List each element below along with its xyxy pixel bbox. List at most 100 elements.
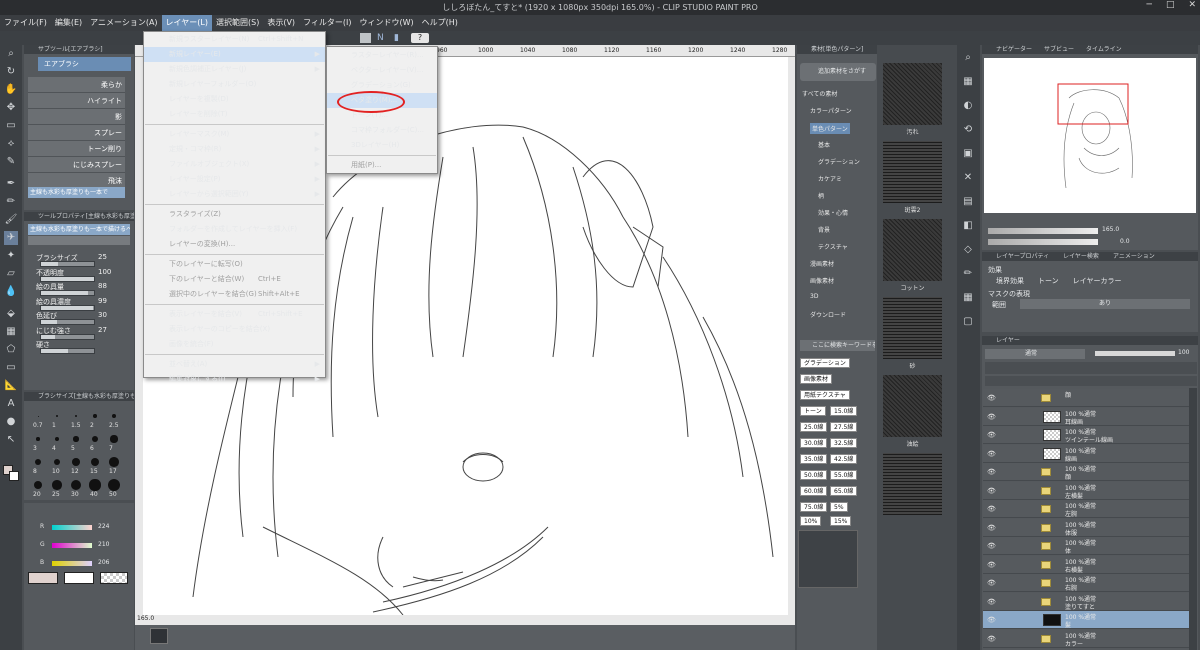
grid-icon[interactable]: [360, 33, 371, 43]
pencil-tool-icon[interactable]: ✏: [4, 195, 18, 209]
eye-icon[interactable]: 👁: [987, 413, 996, 421]
brush-size-dot[interactable]: [73, 436, 79, 442]
material-tree-item[interactable]: カラーパターン: [810, 106, 852, 115]
brush-bleed-spray[interactable]: にじみスプレー: [28, 157, 125, 173]
material-texture-thumb[interactable]: [883, 63, 942, 125]
figure-tool-icon[interactable]: ⬠: [4, 343, 18, 357]
vertical-scrollbar[interactable]: [788, 57, 795, 615]
property-slider[interactable]: [40, 304, 95, 311]
material-tag[interactable]: 50.0線: [800, 470, 828, 480]
layer-row[interactable]: 👁 100 %通常 左腕: [983, 500, 1189, 518]
layer-row[interactable]: 👁 100 %通常顔: [983, 463, 1189, 481]
3d-icon[interactable]: ◇: [961, 243, 975, 257]
opacity-value[interactable]: 100: [1178, 349, 1189, 356]
brush-tool-icon[interactable]: 🖌: [4, 213, 18, 227]
material-tree-item[interactable]: 柄: [818, 191, 824, 200]
brush-size-dot[interactable]: [56, 415, 58, 417]
menu-help[interactable]: ヘルプ(H): [418, 15, 462, 31]
minimize-icon[interactable]: ─: [1147, 0, 1152, 15]
layer-menu-item[interactable]: 表示レイヤーを結合(V) Ctrl+Shift+E: [144, 307, 325, 322]
layer-menu-item[interactable]: ファイルオブジェクト(X) ▶: [144, 157, 325, 172]
brush-highlight[interactable]: ハイライト: [28, 93, 125, 109]
layer-menu-item[interactable]: 表示レイヤーのコピーを結合(X): [144, 322, 325, 337]
brush-preset-selected[interactable]: 主線も水彩も厚塗りも一本で: [28, 187, 125, 198]
eraser-tool-icon[interactable]: ▱: [4, 267, 18, 281]
tab-layer-property[interactable]: レイヤープロパティ: [996, 252, 1049, 261]
menu-animation[interactable]: アニメーション(A): [86, 15, 161, 31]
navigator-preview[interactable]: [984, 58, 1196, 213]
tab-layer-search[interactable]: レイヤー検索: [1063, 252, 1099, 261]
property-slider[interactable]: [40, 275, 95, 282]
eye-icon[interactable]: 👁: [987, 487, 996, 495]
sub-color[interactable]: [64, 572, 94, 584]
close-icon[interactable]: ✕: [1188, 0, 1196, 15]
material-tag[interactable]: 42.5線: [830, 454, 858, 464]
eye-icon[interactable]: 👁: [987, 505, 996, 513]
material-tree-item[interactable]: 単色パターン: [810, 123, 850, 134]
text-tool-icon[interactable]: A: [4, 397, 18, 411]
property-slider[interactable]: [40, 290, 95, 296]
layer-row[interactable]: 👁 100 %通常 左横髪: [983, 481, 1189, 500]
property-slider[interactable]: [40, 333, 95, 340]
material-tree-item[interactable]: グラデーション: [818, 157, 860, 166]
move-tool-icon[interactable]: ✥: [4, 101, 18, 115]
material-tree-item[interactable]: 基本: [818, 140, 830, 149]
layer-menu-item[interactable]: 定規・コマ枠(R) ▶: [144, 142, 325, 157]
rotate-slider[interactable]: [988, 239, 1098, 245]
red-slider[interactable]: [52, 525, 92, 530]
blend-mode-select[interactable]: 通常: [985, 349, 1085, 359]
material-tag[interactable]: 60.0線: [800, 486, 828, 496]
layer-row[interactable]: 👁 100 %通常 体服: [983, 518, 1189, 537]
layer-color-button[interactable]: レイヤーカラー: [1073, 276, 1122, 286]
blue-slider[interactable]: [52, 561, 92, 566]
palette-icon[interactable]: ▦: [961, 75, 975, 89]
help-icon[interactable]: ?: [411, 33, 429, 43]
material-tag[interactable]: 27.5線: [830, 422, 858, 432]
material-texture-thumb[interactable]: [883, 375, 942, 437]
material-tag[interactable]: トーン: [800, 406, 826, 416]
layer-menu-item[interactable]: レイヤーから選択範囲(Y) ▶: [144, 187, 325, 202]
text-palette-icon[interactable]: ◧: [961, 219, 975, 233]
material-tag[interactable]: 5%: [830, 502, 848, 512]
blend-tool-icon[interactable]: 💧: [4, 285, 18, 299]
menu-filter[interactable]: フィルター(I): [299, 15, 355, 31]
layer-menu-item[interactable]: 新規ラスターレイヤー(N) Ctrl+Shift+N: [144, 32, 325, 47]
eye-icon[interactable]: 👁: [987, 394, 996, 402]
zoom-slider[interactable]: [988, 228, 1098, 234]
property-value[interactable]: 25: [98, 253, 107, 261]
transparent-color[interactable]: [100, 572, 128, 584]
material-tag[interactable]: 55.0線: [830, 470, 858, 480]
layer-row[interactable]: 👁 100 %通常 塗りてすと: [983, 592, 1189, 611]
ruler-icon[interactable]: N: [377, 33, 388, 43]
layer-row[interactable]: 👁 100 %通常 右横髪: [983, 555, 1189, 574]
search-icon[interactable]: ⌕: [961, 51, 975, 65]
layer-row[interactable]: 👁 100 %通常 右腕: [983, 574, 1189, 592]
current-color-swatch[interactable]: [28, 572, 58, 584]
layer-row[interactable]: 👁 100 %通常 ツインテール線画: [983, 426, 1189, 444]
area-select[interactable]: あり: [1020, 299, 1190, 309]
material-tree-item[interactable]: 画像素材: [810, 276, 834, 285]
layer-menu-item[interactable]: レイヤー設定(P) ▶: [144, 172, 325, 187]
brush-size-dot[interactable]: [35, 459, 41, 465]
property-slider[interactable]: [40, 348, 95, 354]
gradient-tool-icon[interactable]: ▦: [4, 325, 18, 339]
new-layer-submenu-item[interactable]: ベクターレイヤー(V)...: [327, 63, 437, 78]
eye-icon[interactable]: 👁: [987, 542, 996, 550]
material-tag[interactable]: 15.0線: [830, 406, 858, 416]
material-tag[interactable]: 32.5線: [830, 438, 858, 448]
pen-tool-icon[interactable]: ✒: [4, 177, 18, 191]
auto-select-icon[interactable]: ⟡: [4, 137, 18, 151]
layer-icon[interactable]: ▤: [961, 195, 975, 209]
eye-icon[interactable]: 👁: [987, 450, 996, 458]
brush-palette-icon[interactable]: ✏: [961, 267, 975, 281]
tab-animation[interactable]: アニメーション: [1113, 252, 1155, 261]
sub-color-swatch[interactable]: [9, 471, 19, 481]
brush-size-dot[interactable]: [109, 457, 119, 467]
tab-timeline[interactable]: タイムライン: [1086, 45, 1122, 54]
eyedropper-icon[interactable]: ✎: [4, 155, 18, 169]
brush-size-dot[interactable]: [89, 479, 101, 491]
tab-subview[interactable]: サブビュー: [1044, 45, 1074, 54]
layer-row[interactable]: 👁 100 %通常体: [983, 537, 1189, 555]
maximize-icon[interactable]: □: [1166, 0, 1175, 15]
layer-row[interactable]: 👁 100 %通常髪: [983, 611, 1189, 629]
